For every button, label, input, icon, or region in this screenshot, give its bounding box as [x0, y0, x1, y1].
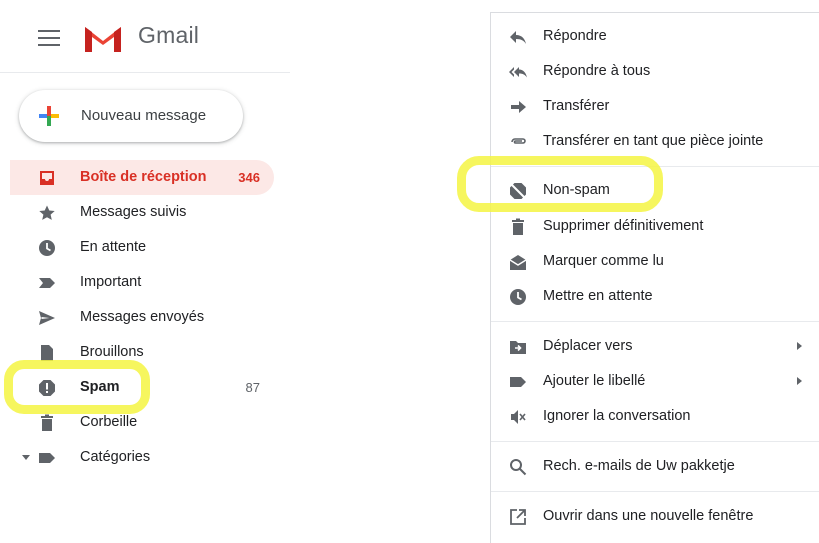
move-to-icon — [510, 341, 526, 354]
menu-separator — [491, 441, 819, 442]
mark-read-icon — [509, 255, 527, 270]
menu-item-label: Répondre à tous — [543, 63, 651, 79]
reply-all-icon — [509, 67, 527, 78]
menu-item-add-label[interactable]: Ajouter le libellé — [491, 364, 819, 399]
sidebar-item-starred[interactable]: Messages suivis — [10, 195, 274, 230]
submenu-arrow-icon — [797, 342, 802, 350]
menu-item-mute[interactable]: Ignorer la conversation — [491, 399, 819, 434]
sidebar-item-snoozed[interactable]: En attente — [10, 230, 274, 265]
sidebar-item-label: En attente — [80, 239, 147, 255]
menu-item-snooze[interactable]: Mettre en attente — [491, 279, 819, 314]
plus-icon — [39, 106, 59, 126]
inbox-icon — [40, 171, 54, 185]
menu-item-search-from-sender[interactable]: Rech. e-mails de Uw pakketje — [491, 449, 819, 484]
sidebar-item-inbox[interactable]: Boîte de réception 346 — [10, 160, 274, 195]
menu-item-label: Rech. e-mails de Uw pakketje — [543, 458, 735, 474]
clock-icon — [510, 289, 526, 305]
menu-item-label: Ajouter le libellé — [543, 373, 646, 389]
attachment-icon — [511, 138, 526, 144]
menu-item-label: Marquer comme lu — [543, 253, 664, 269]
highlight-annotation-spam — [4, 360, 150, 414]
sidebar-item-label: Catégories — [80, 449, 151, 465]
menu-item-mark-read[interactable]: Marquer comme lu — [491, 244, 819, 279]
menu-separator — [491, 491, 819, 492]
gmail-logo[interactable] — [82, 23, 124, 55]
menu-item-reply-all[interactable]: Répondre à tous — [491, 54, 819, 89]
label-icon — [510, 377, 526, 387]
menu-separator — [491, 321, 819, 322]
main-menu-icon[interactable] — [38, 30, 60, 46]
spam-count: 87 — [245, 380, 260, 395]
sidebar-item-label: Important — [80, 274, 142, 290]
sidebar-nav: Boîte de réception 346 Messages suivis E… — [10, 160, 290, 475]
reply-icon — [510, 31, 526, 44]
menu-item-forward-as-attachment[interactable]: Transférer en tant que pièce jointe — [491, 124, 819, 159]
highlight-annotation-not-spam — [457, 156, 663, 212]
menu-item-delete-forever[interactable]: Supprimer définitivement — [491, 209, 819, 244]
app-brand: Gmail — [138, 22, 200, 48]
submenu-arrow-icon — [797, 377, 802, 385]
sidebar-item-important[interactable]: Important — [10, 265, 274, 300]
unread-count: 346 — [238, 170, 260, 185]
context-menu: Répondre Répondre à tous Transférer Tran… — [490, 12, 819, 543]
menu-item-forward[interactable]: Transférer — [491, 89, 819, 124]
expand-caret-icon[interactable] — [22, 455, 30, 460]
forward-icon — [511, 101, 526, 113]
clock-icon — [39, 240, 55, 256]
menu-item-move-to[interactable]: Déplacer vers — [491, 329, 819, 364]
menu-item-label: Répondre — [543, 28, 607, 44]
sidebar-item-label: Messages envoyés — [80, 309, 205, 325]
menu-item-reply[interactable]: Répondre — [491, 19, 819, 54]
sidebar-item-sent[interactable]: Messages envoyés — [10, 300, 274, 335]
mute-icon — [511, 410, 526, 424]
sidebar-item-label: Corbeille — [80, 414, 138, 430]
star-icon — [39, 205, 55, 220]
send-icon — [39, 311, 55, 325]
compose-button[interactable]: Nouveau message — [19, 90, 243, 142]
menu-item-label: Ouvrir dans une nouvelle fenêtre — [543, 508, 754, 524]
menu-item-label: Ignorer la conversation — [543, 408, 691, 424]
trash-icon — [41, 414, 53, 431]
compose-label: Nouveau message — [81, 107, 207, 124]
app-header: Gmail — [0, 0, 290, 73]
menu-item-label: Déplacer vers — [543, 338, 633, 354]
menu-item-label: Supprimer définitivement — [543, 218, 704, 234]
menu-item-label: Transférer en tant que pièce jointe — [543, 133, 764, 149]
sidebar-item-label: Messages suivis — [80, 204, 187, 220]
search-icon — [510, 459, 527, 476]
open-new-window-icon — [510, 509, 526, 525]
sidebar-item-label: Boîte de réception — [80, 169, 207, 185]
trash-icon — [512, 218, 524, 235]
label-icon — [39, 453, 55, 463]
important-icon — [39, 278, 55, 288]
menu-item-label: Transférer — [543, 98, 610, 114]
sidebar-item-categories[interactable]: Catégories — [10, 440, 274, 475]
sidebar-item-label: Brouillons — [80, 344, 144, 360]
menu-item-label: Mettre en attente — [543, 288, 653, 304]
